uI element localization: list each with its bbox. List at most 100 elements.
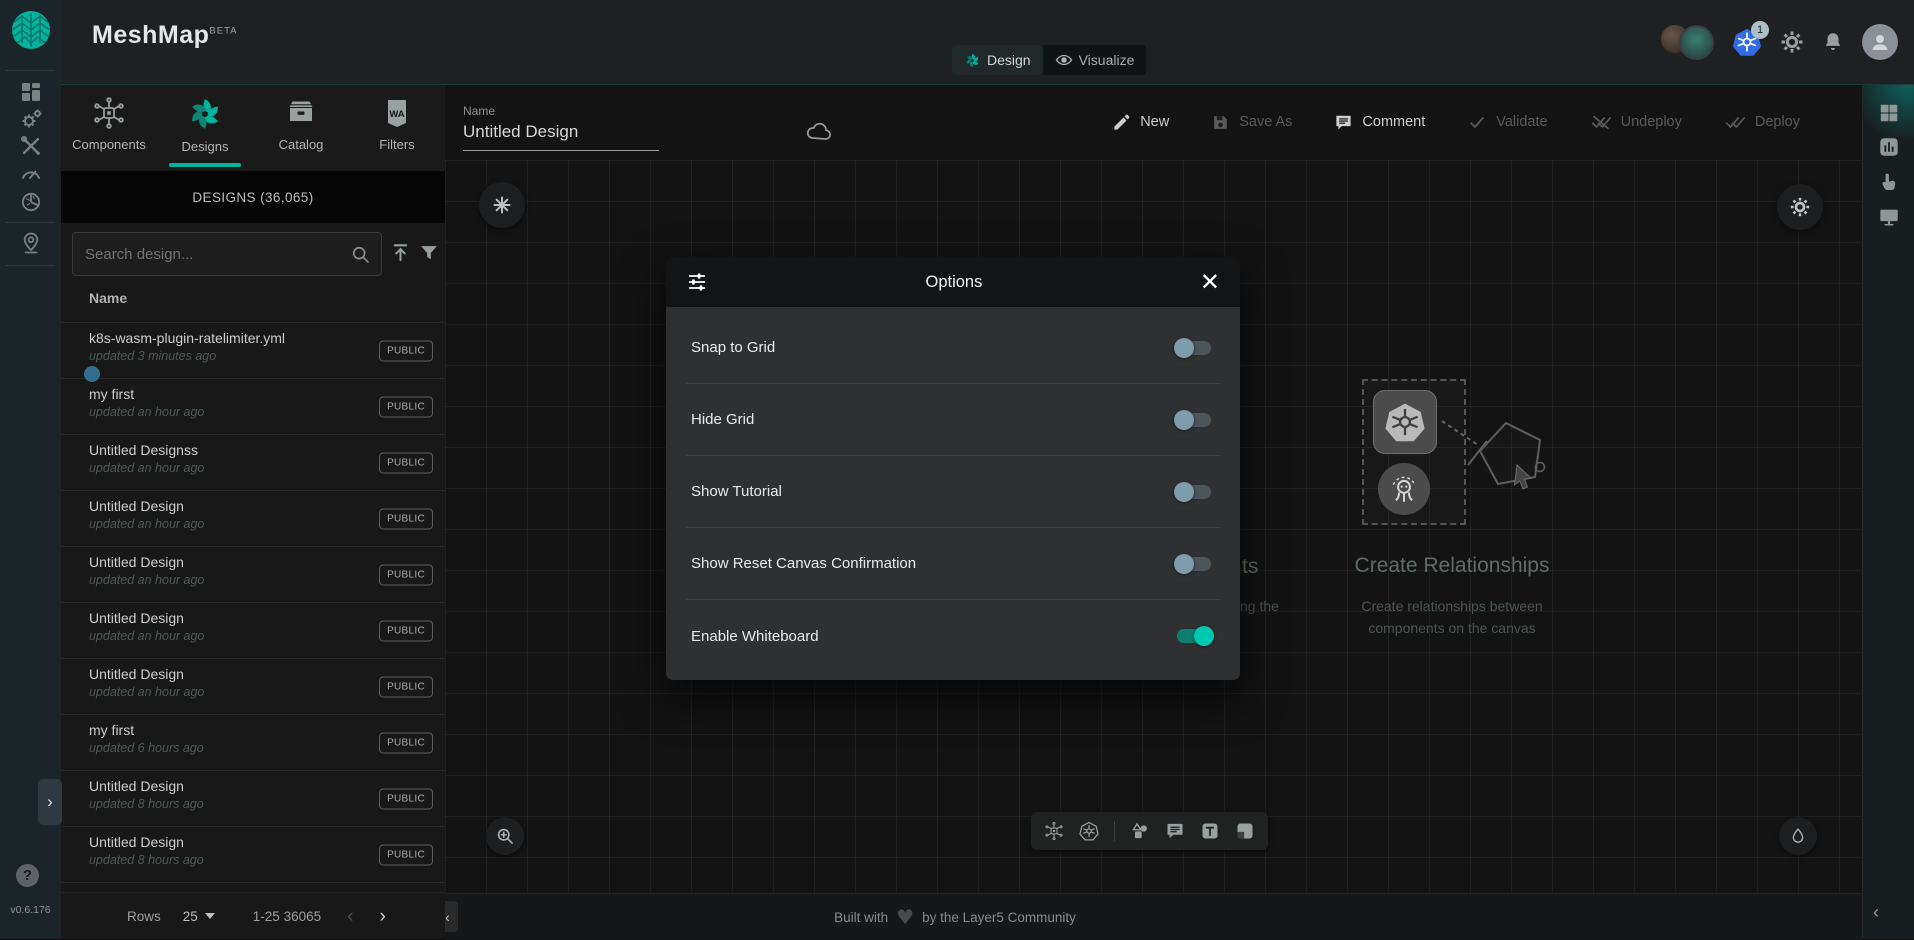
design-list: k8s-wasm-plugin-ratelimiter.yml updated … [61,322,445,883]
option-label: Enable Whiteboard [691,628,819,645]
beta-badge: BETA [209,26,237,37]
visibility-badge: PUBLIC [379,732,433,753]
option-label: Hide Grid [691,411,754,428]
tab-components[interactable]: Components [61,84,157,171]
service-mesh-pie-icon[interactable] [19,190,43,214]
visibility-badge: PUBLIC [379,844,433,865]
design-list-item[interactable]: Untitled Design updated an hour ago PUBL… [61,603,445,659]
tab-filters[interactable]: WA Filters [349,84,445,171]
design-list-item[interactable]: Untitled Design updated 8 hours ago PUBL… [61,771,445,827]
tab-catalog[interactable]: Catalog [253,84,349,171]
tab-design[interactable]: Design [952,45,1043,75]
active-tab-underline [169,163,241,167]
design-spiral-icon [964,52,981,69]
deploy-button[interactable]: Deploy [1724,112,1800,132]
rows-per-page-label: Rows [127,909,161,924]
design-list-item[interactable]: Untitled Design updated 8 hours ago PUBL… [61,827,445,883]
comment-tool-icon[interactable] [1165,821,1185,841]
user-profile-avatar[interactable] [1862,24,1898,60]
clipped-onboarding-text: ts [1242,555,1258,579]
heart-icon: ♥ [896,905,914,929]
help-icon[interactable]: ? [16,864,39,887]
filter-funnel-icon[interactable] [418,242,440,264]
media-tool-icon[interactable] [1235,821,1255,841]
visibility-badge: PUBLIC [379,508,433,529]
option-row: Show Reset Canvas Confirmation [686,528,1220,600]
close-icon[interactable]: ✕ [1200,270,1220,294]
visibility-badge: PUBLIC [379,396,433,417]
visibility-badge: PUBLIC [379,620,433,641]
meshery-operator-tile [1378,463,1430,515]
add-component-icon[interactable] [1044,821,1064,841]
design-list-item[interactable]: my first updated an hour ago PUBLIC [61,379,445,435]
dock-chart-icon[interactable] [1878,136,1900,158]
next-page-button[interactable]: › [379,907,385,926]
kubernetes-tool-icon[interactable] [1079,821,1099,841]
dock-interact-hand-icon[interactable] [1878,171,1900,193]
option-row: Snap to Grid [686,312,1220,384]
collaborator-avatar[interactable] [1679,25,1714,60]
design-list-item[interactable]: my first updated 6 hours ago PUBLIC [61,715,445,771]
design-name-input[interactable] [463,122,659,151]
import-design-icon[interactable] [389,241,412,264]
whiteboard-pen-button[interactable] [1779,817,1817,855]
dock-collapse-chevron[interactable]: ‹ [1873,902,1879,923]
visibility-badge: PUBLIC [379,564,433,585]
option-row: Hide Grid [686,384,1220,456]
settings-gear-icon[interactable] [1780,30,1804,54]
comment-button[interactable]: Comment [1334,113,1425,132]
rows-per-page-select[interactable]: 25 [183,909,215,924]
save-as-button[interactable]: Save As [1211,113,1292,132]
option-toggle[interactable] [1177,629,1211,643]
undeploy-button[interactable]: Undeploy [1590,112,1682,132]
meshery-logo-icon[interactable] [11,10,51,50]
option-row: Show Tutorial [686,456,1220,528]
previous-page-button[interactable]: ‹ [347,907,353,926]
option-label: Snap to Grid [691,339,775,356]
svg-text:WA: WA [389,109,404,120]
search-design-input[interactable] [73,246,350,263]
dashboard-icon[interactable] [19,80,43,104]
kubernetes-component-tile [1373,390,1437,454]
option-toggle[interactable] [1177,341,1211,355]
validate-button[interactable]: Validate [1467,112,1547,132]
zoom-in-button[interactable] [486,817,524,855]
visibility-badge: PUBLIC [379,788,433,809]
dock-dashboard-icon[interactable] [1878,102,1900,124]
option-toggle[interactable] [1177,557,1211,571]
notifications-bell-icon[interactable] [1822,31,1844,53]
design-name-label: Name [463,104,495,118]
lifecycle-gears-icon[interactable] [19,107,43,131]
app-version: v0.6.176 [0,904,61,916]
text-tool-icon[interactable] [1200,821,1220,841]
toolbar-divider [1114,821,1115,841]
meshmap-pin-icon[interactable] [19,231,43,255]
tab-designs[interactable]: Designs [157,84,253,171]
design-list-item[interactable]: Untitled Design updated an hour ago PUBL… [61,659,445,715]
design-list-item[interactable]: Untitled Design updated an hour ago PUBL… [61,491,445,547]
option-toggle[interactable] [1177,485,1211,499]
design-list-item[interactable]: k8s-wasm-plugin-ratelimiter.yml updated … [61,323,445,379]
new-design-button[interactable]: New [1112,113,1169,132]
dock-display-icon[interactable] [1878,206,1900,228]
panel-expand-handle[interactable]: › [38,779,62,825]
option-toggle[interactable] [1177,413,1211,427]
performance-gauge-icon[interactable] [19,161,43,185]
rail-divider [6,70,55,71]
option-row: Enable Whiteboard [686,600,1220,672]
catalog-icon [284,96,318,130]
app-title: MeshMapBETA [92,21,238,50]
visibility-badge: PUBLIC [379,340,433,361]
cloud-sync-icon[interactable] [805,122,833,144]
design-list-item[interactable]: Untitled Designss updated an hour ago PU… [61,435,445,491]
canvas-configuration-button[interactable] [479,182,525,228]
design-list-item[interactable]: Untitled Design updated an hour ago PUBL… [61,547,445,603]
kubernetes-context-icon[interactable]: 1 [1732,27,1762,57]
rail-divider [6,265,55,266]
options-list: Snap to Grid Hide Grid Show Tutorial Sho… [666,307,1240,680]
tools-icon[interactable] [19,134,43,158]
tab-visualize[interactable]: Visualize [1043,45,1147,75]
option-label: Show Tutorial [691,483,782,500]
canvas-settings-button[interactable] [1777,184,1823,230]
shapes-tool-icon[interactable] [1130,821,1150,841]
